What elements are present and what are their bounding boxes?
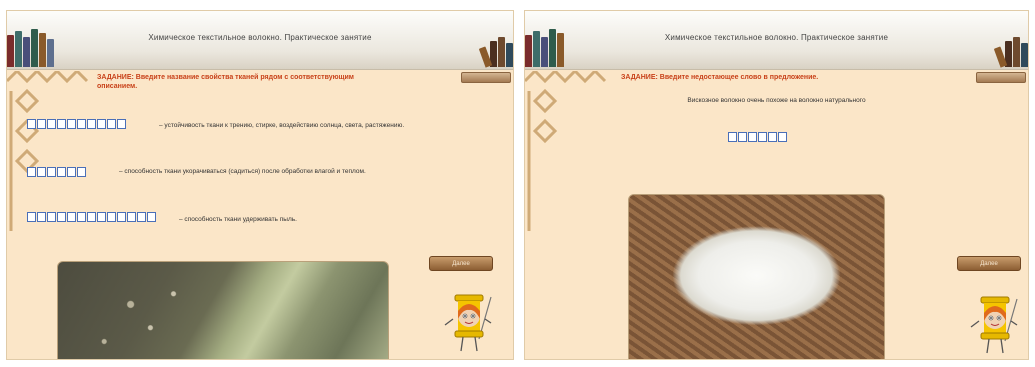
task-text: ЗАДАНИЕ: Введите название свойства ткане… [97,74,354,90]
header-title: Химическое текстильное волокно. Практиче… [148,33,372,42]
spool-mascot-icon [970,296,1018,354]
slide-left: Химическое текстильное волокно. Практиче… [6,10,514,360]
definition-text: – способность ткани укорачиваться (садит… [119,168,366,175]
books-icon [525,25,577,67]
next-button[interactable]: Далее [957,256,1021,271]
books-icon [7,25,59,67]
definition-text: – способность ткани удерживать пыль. [179,216,297,223]
fabric-photo [57,261,389,359]
answer-input[interactable] [728,132,788,142]
answer-input-1[interactable] [27,119,127,129]
spool-mascot-icon [444,294,492,352]
definition-text: – устойчивость ткани к трению, стирке, в… [159,122,405,129]
books-icon [976,25,1028,68]
prompt-text: Вискозное волокно очень похоже на волокн… [687,97,866,104]
menu-button[interactable] [461,72,511,83]
header-title: Химическое текстильное волокно. Практиче… [664,33,889,42]
slide-header: Химическое текстильное волокно. Практиче… [7,11,513,70]
slide-header: Химическое текстильное волокно. Практиче… [525,11,1028,70]
answer-input-3[interactable] [27,212,157,222]
answer-input-2[interactable] [27,167,87,177]
menu-button[interactable] [976,72,1026,83]
silk-fiber-photo [628,194,885,359]
books-icon [461,25,513,68]
task-text: ЗАДАНИЕ: Введите недостающее слово в пре… [621,74,819,81]
next-button-label: Далее [980,260,998,267]
next-button-label: Далее [452,260,470,267]
next-button[interactable]: Далее [429,256,493,271]
slide-right: Химическое текстильное волокно. Практиче… [524,10,1029,360]
